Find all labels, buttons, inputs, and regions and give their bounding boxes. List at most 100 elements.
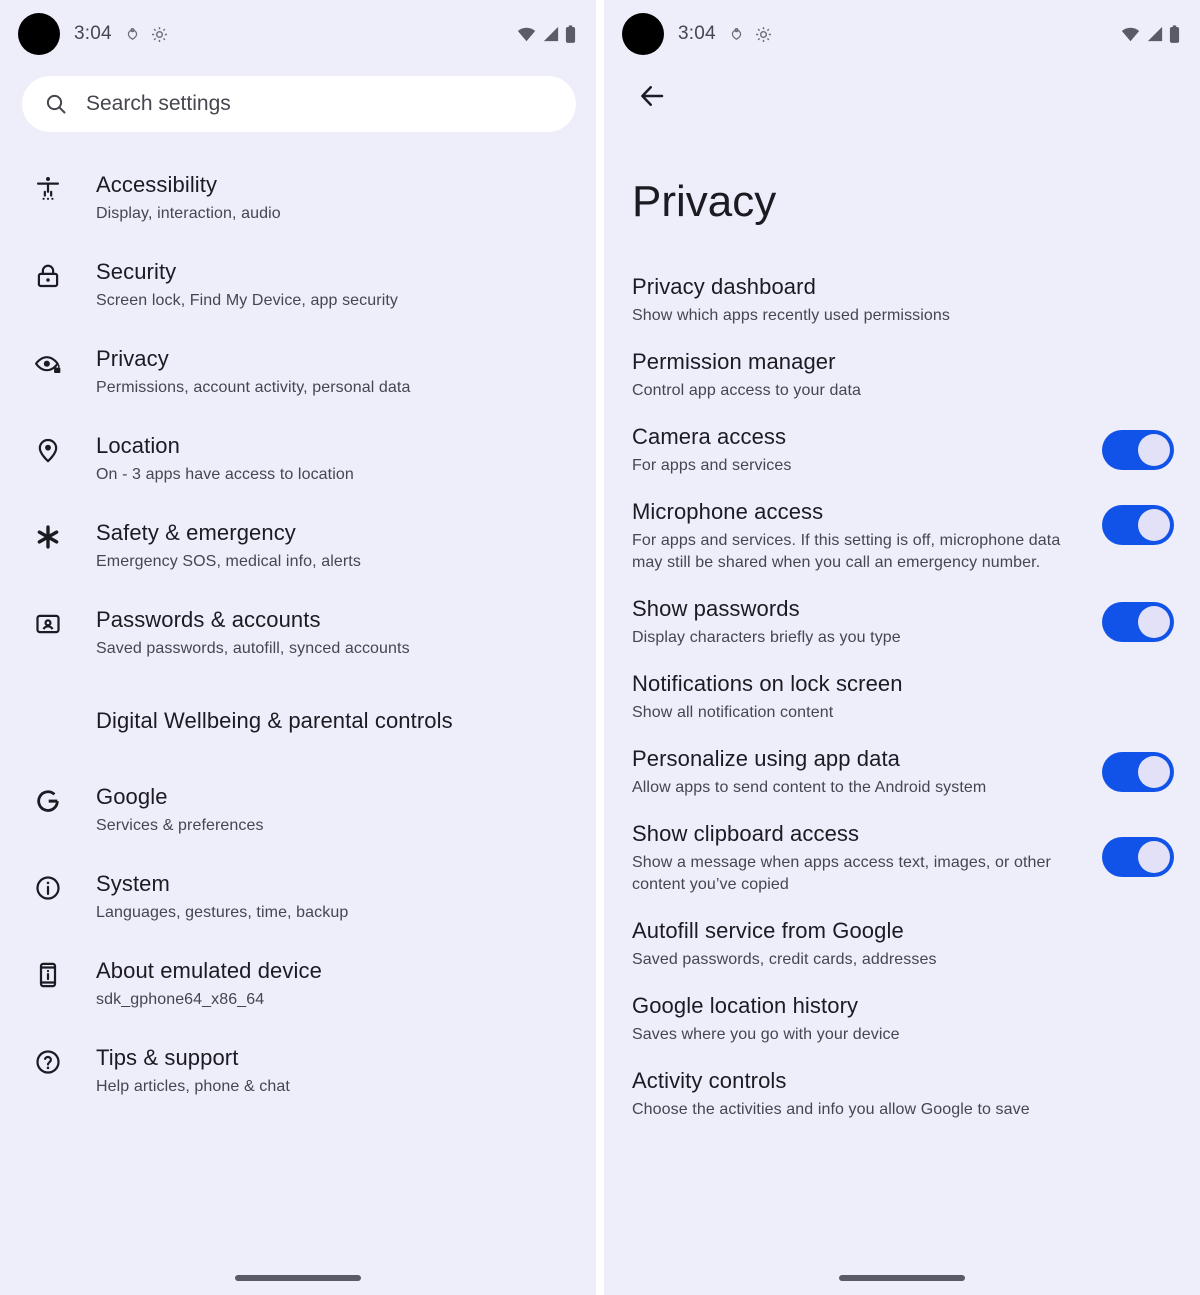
- settings-item-title: Tips & support: [96, 1045, 239, 1070]
- settings-list: Accessibility Display, interaction, audi…: [0, 132, 596, 1114]
- microphone-access-toggle[interactable]: [1102, 505, 1174, 545]
- privacy-item-text: Notifications on lock screen Show all no…: [632, 669, 1174, 724]
- settings-item-title: Safety & emergency: [96, 520, 296, 545]
- privacy-item-subtitle: Display characters briefly as you type: [632, 629, 901, 646]
- privacy-item-subtitle: Saved passwords, credit cards, addresses: [632, 951, 937, 968]
- privacy-item-google-location-history[interactable]: Google location history Saves where you …: [604, 981, 1200, 1056]
- settings-item-title: Passwords & accounts: [96, 607, 321, 632]
- settings-item-privacy[interactable]: Privacy Permissions, account activity, p…: [0, 328, 596, 415]
- settings-item-accessibility[interactable]: Accessibility Display, interaction, audi…: [0, 154, 596, 241]
- settings-item-tips-support[interactable]: Tips & support Help articles, phone & ch…: [0, 1027, 596, 1114]
- battery-icon: [1169, 24, 1180, 44]
- settings-item-digital-wellbeing[interactable]: Digital Wellbeing & parental controls: [0, 676, 596, 766]
- settings-item-text: About emulated device sdk_gphone64_x86_6…: [78, 956, 322, 1011]
- toggle-thumb: [1138, 841, 1170, 873]
- settings-item-system[interactable]: System Languages, gestures, time, backup: [0, 853, 596, 940]
- gesture-navigation-bar-left[interactable]: [235, 1275, 361, 1281]
- settings-item-text: Accessibility Display, interaction, audi…: [78, 170, 281, 225]
- settings-item-subtitle: Emergency SOS, medical info, alerts: [96, 553, 361, 570]
- info-circle-icon: [34, 869, 78, 902]
- settings-item-text: Security Screen lock, Find My Device, ap…: [78, 257, 398, 312]
- status-clock: 3:04: [74, 23, 112, 44]
- privacy-item-text: Camera access For apps and services: [632, 422, 1102, 477]
- missing-icon-placeholder: [34, 706, 78, 711]
- settings-item-text: Privacy Permissions, account activity, p…: [78, 344, 410, 399]
- settings-item-subtitle: sdk_gphone64_x86_64: [96, 991, 265, 1008]
- privacy-item-privacy-dashboard[interactable]: Privacy dashboard Show which apps recent…: [604, 262, 1200, 337]
- privacy-item-title: Camera access: [632, 424, 787, 449]
- camera-cutout-icon: [622, 13, 664, 55]
- settings-item-subtitle: Screen lock, Find My Device, app securit…: [96, 292, 398, 309]
- settings-item-location[interactable]: Location On - 3 apps have access to loca…: [0, 415, 596, 502]
- camera-cutout-icon: [18, 13, 60, 55]
- location-pin-icon: [34, 431, 78, 464]
- settings-item-title: Digital Wellbeing & parental controls: [96, 708, 453, 733]
- wifi-icon: [1120, 26, 1141, 42]
- settings-home-screen: 3:04 Search settings Accessibility Displ…: [0, 0, 596, 1295]
- settings-item-security[interactable]: Security Screen lock, Find My Device, ap…: [0, 241, 596, 328]
- toggle-thumb: [1138, 756, 1170, 788]
- arrow-back-icon[interactable]: [630, 74, 674, 118]
- settings-item-text: Safety & emergency Emergency SOS, medica…: [78, 518, 361, 573]
- settings-item-subtitle: Languages, gestures, time, backup: [96, 904, 349, 921]
- settings-item-google[interactable]: Google Services & preferences: [0, 766, 596, 853]
- privacy-item-subtitle: Show which apps recently used permission…: [632, 307, 951, 324]
- privacy-item-subtitle: For apps and services. If this setting i…: [632, 532, 1061, 571]
- privacy-item-personalize-app-data[interactable]: Personalize using app data Allow apps to…: [604, 734, 1200, 809]
- privacy-item-subtitle: Allow apps to send content to the Androi…: [632, 779, 987, 796]
- settings-item-title: Security: [96, 259, 177, 284]
- status-notification-icons: [125, 26, 168, 43]
- camera-access-toggle[interactable]: [1102, 430, 1174, 470]
- privacy-settings-screen: 3:04 Privacy Privacy dashboard Show whic…: [604, 0, 1200, 1295]
- settings-item-passwords-accounts[interactable]: Passwords & accounts Saved passwords, au…: [0, 589, 596, 676]
- privacy-item-text: Microphone access For apps and services.…: [632, 497, 1102, 574]
- settings-item-safety-emergency[interactable]: Safety & emergency Emergency SOS, medica…: [0, 502, 596, 589]
- privacy-item-title: Notifications on lock screen: [632, 671, 903, 696]
- status-notification-icons: [729, 26, 772, 43]
- settings-item-text: Tips & support Help articles, phone & ch…: [78, 1043, 290, 1098]
- settings-item-text: Passwords & accounts Saved passwords, au…: [78, 605, 410, 660]
- app-bar: [604, 68, 1200, 124]
- settings-item-about-device[interactable]: About emulated device sdk_gphone64_x86_6…: [0, 940, 596, 1027]
- settings-item-title: Location: [96, 433, 180, 458]
- settings-item-title: System: [96, 871, 170, 896]
- privacy-item-permission-manager[interactable]: Permission manager Control app access to…: [604, 337, 1200, 412]
- privacy-settings-list: Privacy dashboard Show which apps recent…: [604, 228, 1200, 1131]
- status-system-icons: [516, 24, 576, 44]
- privacy-item-camera-access[interactable]: Camera access For apps and services: [604, 412, 1200, 487]
- privacy-item-text: Activity controls Choose the activities …: [632, 1066, 1174, 1121]
- toggle-thumb: [1138, 434, 1170, 466]
- privacy-item-notifications-lock-screen[interactable]: Notifications on lock screen Show all no…: [604, 659, 1200, 734]
- show-passwords-toggle[interactable]: [1102, 602, 1174, 642]
- privacy-item-show-clipboard-access[interactable]: Show clipboard access Show a message whe…: [604, 809, 1200, 906]
- settings-item-subtitle: On - 3 apps have access to location: [96, 466, 354, 483]
- status-clock: 3:04: [678, 23, 716, 44]
- page-title: Privacy: [632, 177, 777, 226]
- privacy-item-text: Permission manager Control app access to…: [632, 347, 1174, 402]
- account-card-icon: [34, 605, 78, 638]
- show-clipboard-access-toggle[interactable]: [1102, 837, 1174, 877]
- dual-screenshot-container: 3:04 Search settings Accessibility Displ…: [0, 0, 1200, 1295]
- privacy-item-text: Show clipboard access Show a message whe…: [632, 819, 1102, 896]
- search-input[interactable]: Search settings: [22, 76, 576, 132]
- personalize-app-data-toggle[interactable]: [1102, 752, 1174, 792]
- gesture-navigation-bar-right[interactable]: [839, 1275, 965, 1281]
- privacy-item-show-passwords[interactable]: Show passwords Display characters briefl…: [604, 584, 1200, 659]
- privacy-item-activity-controls[interactable]: Activity controls Choose the activities …: [604, 1056, 1200, 1131]
- gear-icon: [755, 26, 772, 43]
- privacy-item-subtitle: Show a message when apps access text, im…: [632, 854, 1051, 893]
- toggle-thumb: [1138, 606, 1170, 638]
- status-system-icons: [1120, 24, 1180, 44]
- accessibility-icon: [34, 170, 78, 203]
- privacy-item-text: Show passwords Display characters briefl…: [632, 594, 1102, 649]
- privacy-item-text: Google location history Saves where you …: [632, 991, 1174, 1046]
- privacy-item-microphone-access[interactable]: Microphone access For apps and services.…: [604, 487, 1200, 584]
- status-bar-left: 3:04: [0, 0, 596, 68]
- privacy-item-title: Autofill service from Google: [632, 918, 904, 943]
- privacy-item-title: Activity controls: [632, 1068, 787, 1093]
- settings-item-title: Accessibility: [96, 172, 218, 197]
- battery-icon: [565, 24, 576, 44]
- privacy-item-title: Google location history: [632, 993, 859, 1018]
- search-placeholder: Search settings: [86, 92, 231, 115]
- privacy-item-autofill-service[interactable]: Autofill service from Google Saved passw…: [604, 906, 1200, 981]
